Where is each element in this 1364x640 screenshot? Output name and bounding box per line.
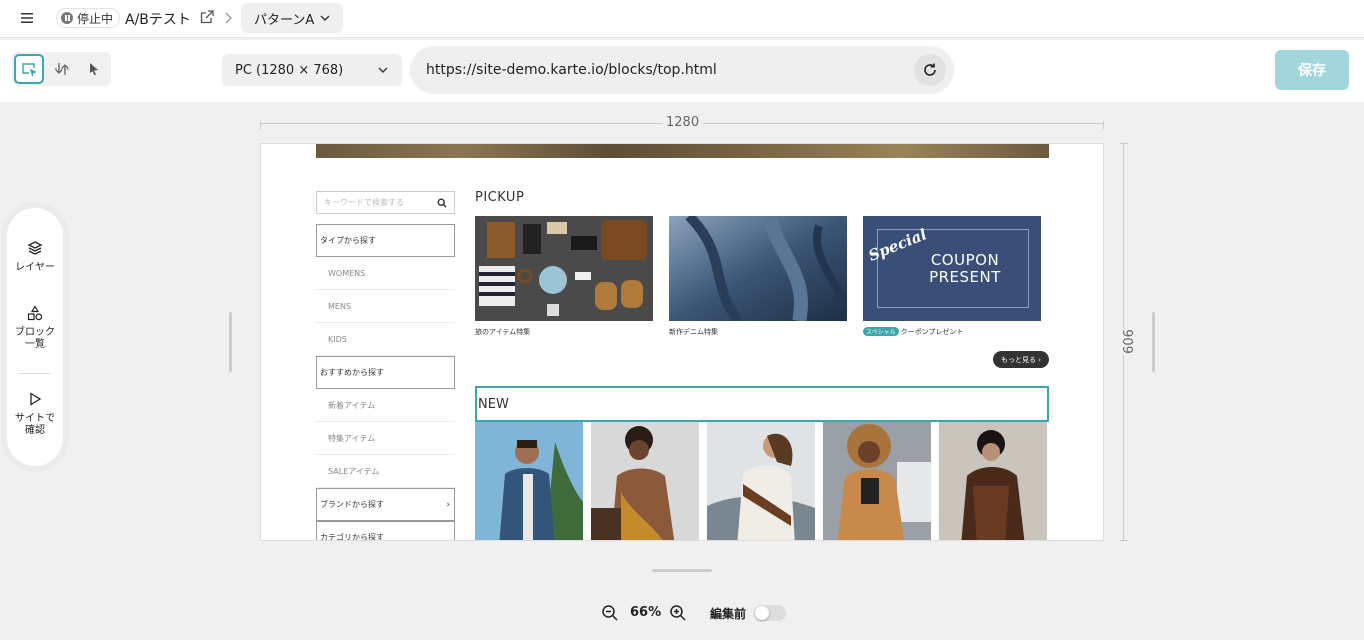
preview-site-button[interactable]: サイトで 確認 xyxy=(7,391,63,437)
nav-item[interactable]: 特集アイテム xyxy=(316,422,455,455)
device-label: PC (1280 × 768) xyxy=(235,62,344,78)
before-edit-toggle[interactable] xyxy=(754,605,786,621)
pause-icon xyxy=(61,12,73,24)
nav-item-label: 新着アイテム xyxy=(328,400,376,410)
pointer-tool-button[interactable] xyxy=(79,54,109,84)
nav-item-label: タイプから探す xyxy=(320,236,376,245)
nav-item-label: WOMENS xyxy=(328,268,366,278)
url-input[interactable]: https://site-demo.karte.io/blocks/top.ht… xyxy=(410,46,954,94)
reload-icon xyxy=(924,63,936,76)
nav-item-label: ブランドから探す xyxy=(320,500,384,509)
special-badge: スペシャル xyxy=(863,327,899,336)
external-link-icon[interactable] xyxy=(199,9,215,25)
top-bar: 停止中 A/Bテスト パターンA xyxy=(0,0,1364,38)
swap-vertical-icon xyxy=(55,63,69,75)
resize-handle-left[interactable] xyxy=(229,312,232,372)
pickup-image-travel[interactable] xyxy=(475,216,653,321)
coupon-text: COUPON PRESENT xyxy=(915,252,1015,286)
new-item-image[interactable] xyxy=(591,422,699,541)
nav-item[interactable]: KIDS xyxy=(316,323,455,356)
select-box-icon xyxy=(22,63,37,77)
nav-item-label: SALEアイテム xyxy=(328,466,380,476)
pickup-caption-coupon: スペシャル クーポンプレゼント xyxy=(863,327,963,337)
layers-label: レイヤー xyxy=(15,262,55,273)
nav-item-label: おすすめから探す xyxy=(320,368,384,377)
zoom-in-icon[interactable] xyxy=(669,604,687,622)
chevron-down-icon xyxy=(378,67,388,73)
chevron-right-icon xyxy=(225,12,232,24)
nav-item[interactable]: おすすめから探す xyxy=(316,356,455,389)
see-more-label: もっと見る xyxy=(1000,355,1036,364)
site-search-placeholder: キーワードで検索する xyxy=(324,198,404,207)
pickup-image-denim[interactable] xyxy=(669,216,847,321)
reorder-tool-button[interactable] xyxy=(47,54,77,84)
block-list-button[interactable]: ブロック 一覧 xyxy=(7,305,63,351)
search-icon xyxy=(437,198,447,208)
height-ruler-label: 909 xyxy=(1116,329,1136,354)
resize-handle-bottom[interactable] xyxy=(652,569,712,572)
site-category-nav: タイプから探す WOMENS MENS KIDS おすすめから探す 新着アイテム… xyxy=(316,224,455,541)
editor-toolbar: PC (1280 × 768) https://site-demo.karte.… xyxy=(0,40,1364,102)
hero-image xyxy=(316,144,1049,158)
nav-item[interactable]: MENS xyxy=(316,290,455,323)
nav-item[interactable]: 新着アイテム xyxy=(316,389,455,422)
chevron-down-icon xyxy=(320,15,330,21)
shapes-icon xyxy=(27,305,43,321)
page-preview-canvas[interactable]: キーワードで検索する タイプから探す WOMENS MENS KIDS おすすめ… xyxy=(260,143,1104,541)
new-title: NEW xyxy=(478,396,509,412)
nav-item[interactable]: カテゴリから探す xyxy=(316,521,455,541)
pickup-title: PICKUP xyxy=(475,190,525,205)
side-divider xyxy=(19,373,51,374)
nav-item-label: カテゴリから探す xyxy=(320,533,384,541)
block-list-label-1: ブロック xyxy=(15,327,55,338)
url-text: https://site-demo.karte.io/blocks/top.ht… xyxy=(426,62,717,78)
preview-label-1: サイトで xyxy=(15,413,55,424)
chevron-right-icon: › xyxy=(1038,355,1042,364)
new-item-image[interactable] xyxy=(475,422,583,541)
device-select[interactable]: PC (1280 × 768) xyxy=(222,54,402,86)
side-panel: レイヤー ブロック 一覧 サイトで 確認 xyxy=(7,208,63,466)
cursor-arrow-icon xyxy=(90,63,98,76)
layers-icon xyxy=(27,241,43,255)
new-item-image[interactable] xyxy=(939,422,1047,541)
site-search-input[interactable]: キーワードで検索する xyxy=(316,191,455,214)
see-more-button[interactable]: もっと見る › xyxy=(993,351,1049,368)
pickup-caption: 旅のアイテム特集 xyxy=(475,328,531,336)
nav-item[interactable]: SALEアイテム xyxy=(316,455,455,488)
preview-label-2: 確認 xyxy=(25,425,45,436)
play-icon xyxy=(30,392,42,406)
nav-item[interactable]: ブランドから探す › xyxy=(316,488,455,521)
nav-item[interactable]: WOMENS xyxy=(316,257,455,290)
new-item-image[interactable] xyxy=(823,422,931,541)
hamburger-menu-icon[interactable] xyxy=(18,10,36,26)
new-item-image[interactable] xyxy=(707,422,815,541)
status-label: 停止中 xyxy=(77,11,114,26)
pattern-dropdown[interactable]: パターンA xyxy=(241,3,343,33)
width-ruler-label: 1280 xyxy=(662,115,704,130)
pickup-caption: クーポンプレゼント xyxy=(900,328,964,336)
test-title: A/Bテスト xyxy=(125,12,191,28)
nav-item-label: KIDS xyxy=(328,334,347,344)
chevron-right-icon: › xyxy=(446,499,450,510)
block-list-label-2: 一覧 xyxy=(25,339,45,350)
tool-group xyxy=(12,52,111,86)
select-element-tool-button[interactable] xyxy=(14,54,44,84)
nav-item[interactable]: タイプから探す xyxy=(316,224,455,257)
pickup-image-coupon[interactable]: Special COUPON PRESENT xyxy=(863,216,1041,321)
layers-button[interactable]: レイヤー xyxy=(7,240,63,274)
nav-item-label: 特集アイテム xyxy=(328,433,376,443)
new-section-header-selected[interactable]: NEW xyxy=(475,386,1049,422)
zoom-out-icon[interactable] xyxy=(601,604,619,622)
zoom-level: 66% xyxy=(630,605,662,620)
status-badge: 停止中 xyxy=(56,8,121,28)
coupon-line-2: PRESENT xyxy=(929,268,1001,286)
resize-handle-right[interactable] xyxy=(1152,312,1155,372)
pickup-caption: 新作デニム特集 xyxy=(669,328,718,336)
nav-item-label: MENS xyxy=(328,301,352,311)
coupon-line-1: COUPON xyxy=(930,251,1000,269)
before-edit-label: 編集前 xyxy=(710,607,747,621)
reload-button[interactable] xyxy=(914,54,946,86)
save-button[interactable]: 保存 xyxy=(1275,50,1349,90)
pattern-label: パターンA xyxy=(254,12,315,28)
